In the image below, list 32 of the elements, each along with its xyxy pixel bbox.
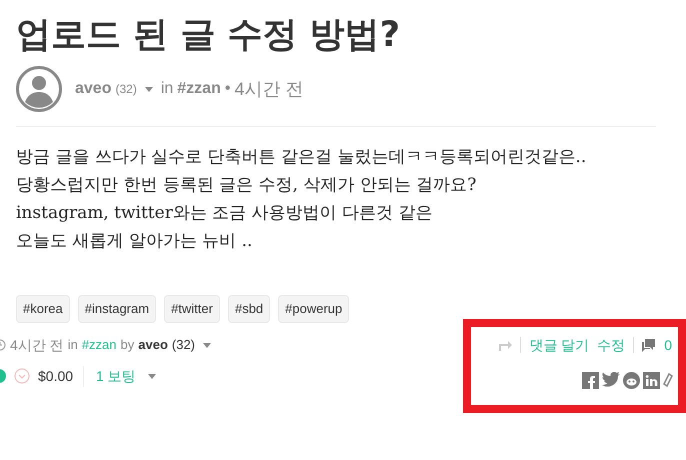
community-link[interactable]: #zzan — [177, 77, 221, 101]
tag-chip[interactable]: #twitter — [164, 295, 220, 322]
tag-chip[interactable]: #powerup — [278, 295, 350, 322]
tag-chip[interactable]: #korea — [16, 295, 70, 322]
separator: • — [224, 79, 230, 99]
in-label: in — [160, 79, 174, 99]
comments-icon[interactable] — [642, 338, 656, 352]
caret-icon — [148, 374, 156, 378]
in-label: in — [68, 336, 78, 354]
facebook-icon[interactable] — [582, 372, 599, 388]
caret-icon — [203, 342, 212, 348]
author-name[interactable]: aveo — [138, 335, 168, 355]
reputation: (32) — [115, 81, 137, 98]
body-text: 방금 글을 쓰다가 실수로 단축버튼 같은걸 눌렀는데ㅋㅋ등록되어린것같은.. — [16, 146, 588, 169]
post-title: 업로드 된 글 수정 방법? — [16, 14, 402, 57]
body-text: instagram, twitter와는 조금 사용방법이 다른것 같은 — [16, 202, 434, 225]
tag-chip[interactable]: #instagram — [78, 295, 156, 322]
tag-chip[interactable]: #sbd — [228, 295, 270, 322]
twitter-icon[interactable] — [602, 372, 620, 388]
comment-count: 0 — [664, 336, 672, 354]
by-label: by — [120, 336, 134, 354]
body-text: 오늘도 새롭게 알아가는 뉴비 .. — [16, 230, 254, 253]
avatar-icon[interactable] — [16, 66, 62, 112]
payout-amount[interactable]: $0.00 — [38, 366, 84, 386]
author-name[interactable]: aveo — [75, 77, 112, 101]
reputation: (32) — [172, 336, 196, 354]
body-text: 당황스럽지만 한번 등록된 글은 수정, 삭제가 안되는 걸까요? — [16, 174, 478, 197]
linkedin-icon[interactable] — [643, 372, 660, 388]
post-time: 4시간 전 — [234, 78, 304, 100]
caret-icon — [144, 86, 153, 92]
reddit-icon[interactable] — [623, 372, 640, 388]
footer-time: 4시간 전 — [10, 336, 64, 354]
